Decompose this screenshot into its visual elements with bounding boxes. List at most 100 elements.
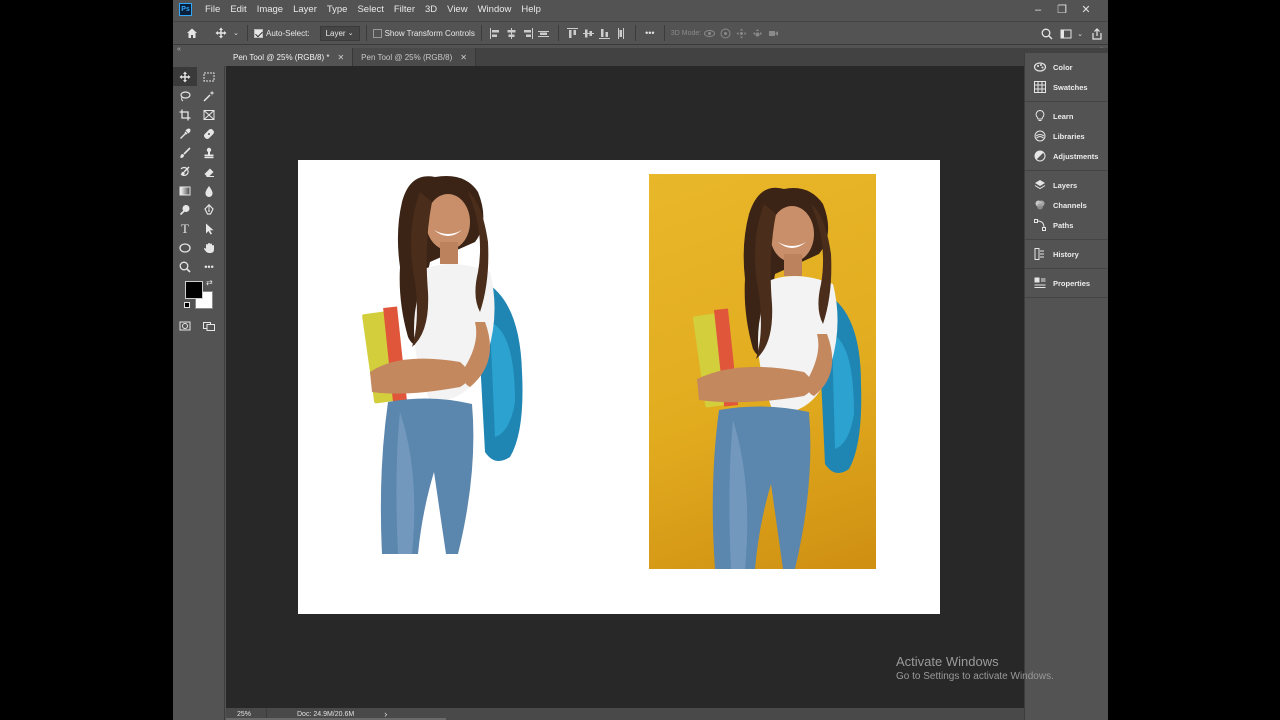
more-options-icon[interactable]: ••• [642,21,658,45]
align-right-edges-icon[interactable] [520,21,536,45]
path-selection-tool-icon[interactable] [197,219,221,238]
panel-adjustments[interactable]: Adjustments [1025,146,1108,166]
menu-file[interactable]: File [200,0,225,19]
menu-view[interactable]: View [442,0,472,19]
tab-close-icon[interactable]: ✕ [337,53,344,62]
hand-tool-icon[interactable] [197,238,221,257]
menu-help[interactable]: Help [516,0,546,19]
align-top-edges-icon[interactable] [565,21,581,45]
tab-pen-tool[interactable]: Pen Tool @ 25% (RGB/8) ✕ [353,48,476,66]
document-canvas[interactable] [298,160,940,614]
menu-edit[interactable]: Edit [225,0,251,19]
type-tool-icon[interactable]: T [173,219,197,238]
3d-pan-icon[interactable] [733,21,749,45]
panel-learn[interactable]: Learn [1025,106,1108,126]
tools-collapse-icon[interactable]: « [177,46,181,53]
distribute-horizontal-icon[interactable] [613,21,629,45]
photoshop-logo-icon[interactable]: Ps [179,3,192,16]
blur-tool-icon[interactable] [197,181,221,200]
panel-properties[interactable]: Properties [1025,273,1108,293]
menu-filter[interactable]: Filter [389,0,420,19]
panel-color[interactable]: Color [1025,57,1108,77]
tools-panel: T ••• ⇄ [173,66,225,720]
menu-window[interactable]: Window [473,0,517,19]
screen-mode-icon[interactable] [197,316,221,335]
gradient-tool-icon[interactable] [173,181,197,200]
panel-layers[interactable]: Layers [1025,175,1108,195]
distribute-vertical-icon[interactable] [536,21,552,45]
3d-scale-icon[interactable] [765,21,781,45]
divider [247,25,248,41]
search-icon[interactable] [1036,22,1058,46]
workspace-chevron-down-icon[interactable]: ⌄ [1074,22,1086,46]
panel-libraries[interactable]: Libraries [1025,126,1108,146]
rectangular-marquee-tool-icon[interactable] [197,67,221,86]
brush-tool-icon[interactable] [173,143,197,162]
quick-mask-icon[interactable] [173,316,197,335]
panel-channels-label: Channels [1053,200,1087,210]
move-tool-preset-icon[interactable] [211,21,231,45]
3d-orbit-icon[interactable] [701,21,717,45]
panel-history[interactable]: History [1025,244,1108,264]
panel-paths[interactable]: Paths [1025,215,1108,235]
menu-select[interactable]: Select [352,0,388,19]
tab-label: Pen Tool @ 25% (RGB/8) [361,52,453,62]
panel-swatches[interactable]: Swatches [1025,77,1108,97]
3d-slide-icon[interactable] [749,21,765,45]
align-horizontal-centers-icon[interactable] [504,21,520,45]
panel-adjustments-label: Adjustments [1053,151,1099,161]
color-swatches: ⇄ [173,276,224,314]
align-left-edges-icon[interactable] [488,21,504,45]
align-bottom-edges-icon[interactable] [597,21,613,45]
default-colors-icon[interactable] [184,302,190,308]
home-icon[interactable] [173,21,211,45]
workspace-switcher-icon[interactable] [1058,22,1074,46]
tab-close-icon[interactable]: ✕ [460,53,467,62]
eyedropper-tool-icon[interactable] [173,124,197,143]
clone-stamp-tool-icon[interactable] [197,143,221,162]
menu-image[interactable]: Image [252,0,288,19]
zoom-level[interactable]: 25% [226,711,262,718]
preset-chevron-down-icon[interactable]: ⌄ [231,21,241,45]
3d-roll-icon[interactable] [717,21,733,45]
student-photo-yellow-background[interactable] [649,174,876,569]
tab-pen-tool-active[interactable]: Pen Tool @ 25% (RGB/8) * ✕ [225,48,354,66]
share-icon[interactable] [1086,22,1108,46]
pen-tool-icon[interactable] [197,200,221,219]
history-brush-tool-icon[interactable] [173,162,197,181]
dropdown-chevron-icon: ⌄ [347,30,354,37]
auto-select-target-value: Layer [325,28,346,38]
magic-wand-tool-icon[interactable] [197,86,221,105]
menu-bar: Ps File Edit Image Layer Type Select Fil… [173,0,1108,19]
show-transform-controls-checkbox[interactable] [372,28,382,38]
auto-select-label: Auto-Select: [266,28,310,38]
dodge-tool-icon[interactable] [173,200,197,219]
right-panel-dock: Color Swatches Learn Libraries Adjustmen… [1024,53,1108,720]
cutout-student-photo[interactable] [360,172,526,554]
swap-colors-icon[interactable]: ⇄ [206,278,213,287]
panel-channels[interactable]: Channels [1025,195,1108,215]
spot-healing-brush-icon[interactable] [197,124,221,143]
minimize-button[interactable]: – [1026,4,1050,16]
edit-toolbar-icon[interactable]: ••• [197,257,221,276]
auto-select-checkbox[interactable] [254,28,263,38]
properties-icon [1033,277,1046,290]
move-tool-icon[interactable] [173,67,197,86]
crop-tool-icon[interactable] [173,105,197,124]
watermark-title: Activate Windows [896,654,999,669]
menu-layer[interactable]: Layer [288,0,322,19]
menu-type[interactable]: Type [322,0,353,19]
canvas-workspace[interactable] [226,66,1061,708]
foreground-color-swatch[interactable] [185,281,203,299]
ellipse-tool-icon[interactable] [173,238,197,257]
close-button[interactable]: ✕ [1074,3,1098,16]
divider [557,25,559,41]
zoom-tool-icon[interactable] [173,257,197,276]
align-vertical-centers-icon[interactable] [581,21,597,45]
auto-select-target-dropdown[interactable]: Layer ⌄ [319,25,360,41]
lasso-tool-icon[interactable] [173,86,197,105]
frame-tool-icon[interactable] [197,105,221,124]
menu-3d[interactable]: 3D [420,0,442,19]
restore-button[interactable]: ❐ [1050,3,1074,16]
eraser-tool-icon[interactable] [197,162,221,181]
